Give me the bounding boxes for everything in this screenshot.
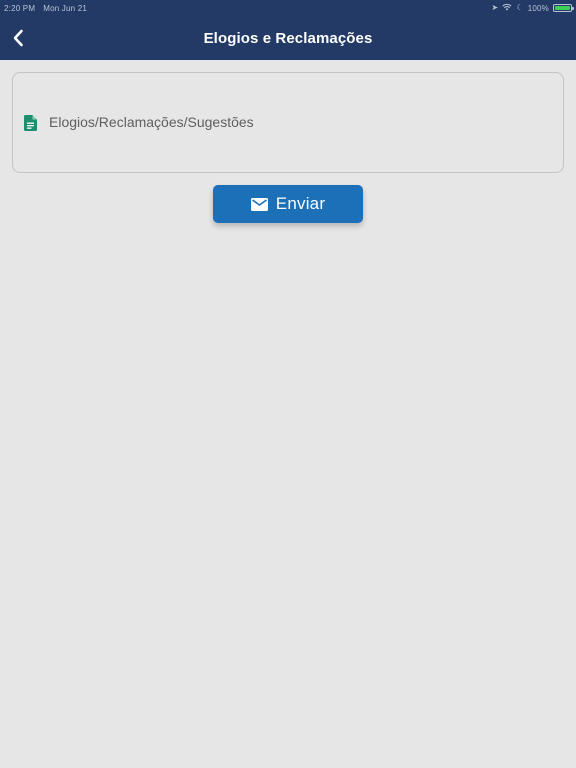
- battery-icon: [553, 4, 574, 12]
- mail-icon: [250, 197, 268, 211]
- message-placeholder: Elogios/Reclamações/Sugestões: [49, 113, 254, 130]
- chevron-left-icon: [13, 29, 23, 47]
- send-button[interactable]: Enviar: [213, 185, 363, 223]
- status-time: 2:20 PM: [4, 3, 36, 13]
- battery-fill: [555, 6, 570, 10]
- document-icon: [24, 114, 38, 131]
- page-title: Elogios e Reclamações: [203, 29, 373, 47]
- moon-icon: ☾: [516, 3, 524, 12]
- nav-bar: Elogios e Reclamações: [0, 16, 576, 60]
- back-button[interactable]: [6, 22, 30, 54]
- wifi-icon: [502, 3, 512, 13]
- location-icon: ➤: [491, 3, 499, 12]
- status-left: 2:20 PM Mon Jun 21: [4, 4, 87, 13]
- battery-percent: 100%: [527, 3, 549, 13]
- status-bar: 2:20 PM Mon Jun 21 ➤ ☾ 100%: [0, 0, 576, 16]
- status-right: ➤ ☾ 100%: [491, 3, 574, 13]
- message-field[interactable]: Elogios/Reclamações/Sugestões: [12, 72, 564, 173]
- screen: 2:20 PM Mon Jun 21 ➤ ☾ 100% Elogios e Re…: [0, 0, 576, 768]
- send-button-label: Enviar: [275, 194, 326, 213]
- status-date: Mon Jun 21: [43, 3, 88, 13]
